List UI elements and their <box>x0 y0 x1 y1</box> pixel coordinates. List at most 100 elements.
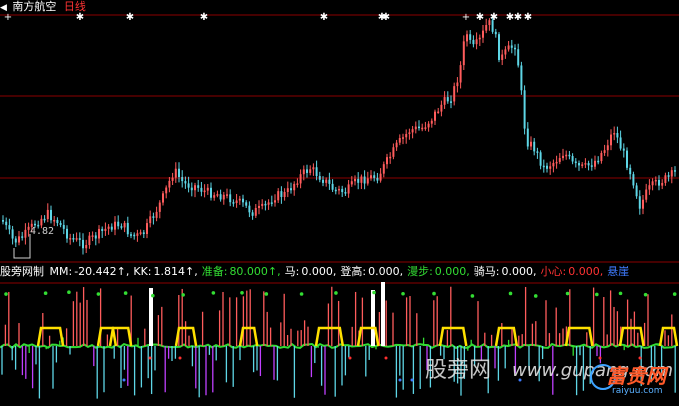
indicator-dot-red <box>178 356 182 360</box>
candle-body <box>229 194 232 203</box>
candle-body <box>411 129 414 133</box>
indicator-values-bar: 股旁网制 MM: -20.442↑, KK: 1.814↑, 准备: 80.000↑, 马:… <box>0 264 635 280</box>
candle-body <box>558 158 561 162</box>
candle-body <box>594 160 596 167</box>
candle-body <box>286 188 289 192</box>
candle-body <box>405 134 408 138</box>
candle-body <box>152 216 155 218</box>
indicator-name: 股旁网制 <box>0 265 44 278</box>
candle-body <box>331 183 334 190</box>
indicator-dot <box>401 291 405 296</box>
candle-body <box>24 229 27 238</box>
candle-body <box>130 234 132 236</box>
site-logo: 富贵网 raiyuu.com <box>590 360 676 404</box>
candle-body <box>59 223 62 225</box>
candle-body <box>523 90 526 129</box>
candle-body <box>334 189 337 192</box>
candle-body <box>254 207 257 216</box>
signal-star-icon: ✱ <box>126 12 134 23</box>
indicator-dot-blue <box>122 378 126 382</box>
candle-body <box>654 179 657 182</box>
candle-body <box>181 176 184 182</box>
watermark-text: 股旁网 <box>425 358 492 383</box>
indicator-dot <box>151 293 155 298</box>
candle-body <box>197 185 200 188</box>
candle-body <box>446 97 449 102</box>
indicator-item-value: 0.000, <box>501 265 537 278</box>
candle-body <box>450 101 452 103</box>
candle-body <box>389 156 392 159</box>
candle-body <box>376 177 379 181</box>
period-label[interactable]: 日线 <box>64 0 86 13</box>
candle-body <box>386 157 388 165</box>
candle-body <box>571 156 574 162</box>
candle-body <box>296 183 299 185</box>
candle-body <box>171 177 174 181</box>
indicator-item: 悬崖 <box>607 265 633 278</box>
candle-body <box>139 232 142 234</box>
candle-body <box>626 150 628 168</box>
candle-body <box>203 190 206 193</box>
candle-body <box>382 164 385 174</box>
candle-body <box>168 180 171 188</box>
indicator-item-value: 80.000↑, <box>229 265 281 278</box>
candle-body <box>5 221 8 226</box>
candle-body <box>418 126 420 129</box>
candle-body <box>568 154 571 157</box>
candle-body <box>581 164 584 166</box>
candle-body <box>629 167 632 175</box>
candle-body <box>539 152 542 166</box>
candle-body <box>322 179 324 183</box>
candle-body <box>456 82 459 87</box>
candle-body <box>373 175 376 178</box>
indicator-dot <box>334 291 338 295</box>
indicator-dot <box>67 290 71 295</box>
candle-body <box>238 198 241 201</box>
candle-body <box>62 224 65 229</box>
candle-body <box>670 170 673 177</box>
indicator-item-label: 准备: <box>201 265 228 278</box>
chart-window[interactable]: + ✱ ✱ ✱ ✱ ✱ ✱ + ✱ ✱ ✱ ✱ ✱ ◀ 南方航空 日线 4.82 股旁网制 MM: -20… <box>0 0 679 406</box>
candle-body <box>574 161 577 164</box>
indicator-item: KK: 1.814↑, <box>133 265 199 278</box>
candle-body <box>520 65 523 91</box>
candle-body <box>440 104 443 112</box>
indicator-item-value: -20.442↑, <box>74 265 130 278</box>
candle-body <box>526 128 529 147</box>
candle-body <box>318 176 321 180</box>
signal-star-icon: + <box>462 12 470 23</box>
candle-body <box>514 47 516 50</box>
indicator-trapezoid <box>238 326 259 347</box>
candle-body <box>651 181 654 186</box>
candle-body <box>328 179 331 184</box>
candle-body <box>466 34 468 42</box>
candle-body <box>142 232 145 235</box>
candle-body <box>379 173 382 181</box>
candle-body <box>338 188 340 191</box>
candle-body <box>72 238 75 240</box>
candle-body <box>357 178 360 183</box>
indicator-trapezoid <box>618 326 645 347</box>
indicator-dot <box>470 294 475 298</box>
candle-body <box>648 185 651 190</box>
indicator-item-label: 马: <box>284 265 300 278</box>
candle-body <box>638 196 641 209</box>
candle-body <box>344 192 347 194</box>
indicator-dot <box>432 291 436 296</box>
candle-body <box>133 234 136 237</box>
candle-body <box>98 228 100 239</box>
candle-body <box>2 220 4 222</box>
candle-body <box>123 222 126 228</box>
lowest-price-label: 4.82 <box>30 226 55 237</box>
candle-body <box>315 167 318 177</box>
candle-body <box>485 25 488 31</box>
kline-chart[interactable]: + ✱ ✱ ✱ ✱ ✱✱ + ✱ ✱ ✱ ✱ ✱ <box>0 0 679 406</box>
candle-body <box>226 194 228 196</box>
indicator-spike <box>381 282 385 346</box>
indicator-dot <box>508 291 513 296</box>
candle-body <box>530 141 532 147</box>
arrow-left-icon[interactable]: ◀ <box>0 3 7 13</box>
candle-body <box>619 137 622 149</box>
candle-body <box>414 126 417 130</box>
candle-body <box>549 166 552 169</box>
